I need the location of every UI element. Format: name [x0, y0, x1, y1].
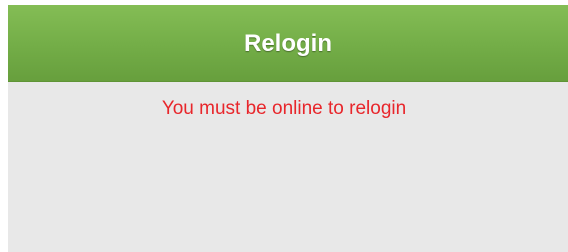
- page-title: Relogin: [244, 30, 332, 57]
- offline-error-message: You must be online to relogin: [161, 98, 407, 119]
- header-bar: Relogin: [8, 5, 568, 82]
- screen: Relogin You must be online to relogin: [0, 0, 568, 252]
- relogin-panel: Relogin You must be online to relogin: [8, 5, 568, 252]
